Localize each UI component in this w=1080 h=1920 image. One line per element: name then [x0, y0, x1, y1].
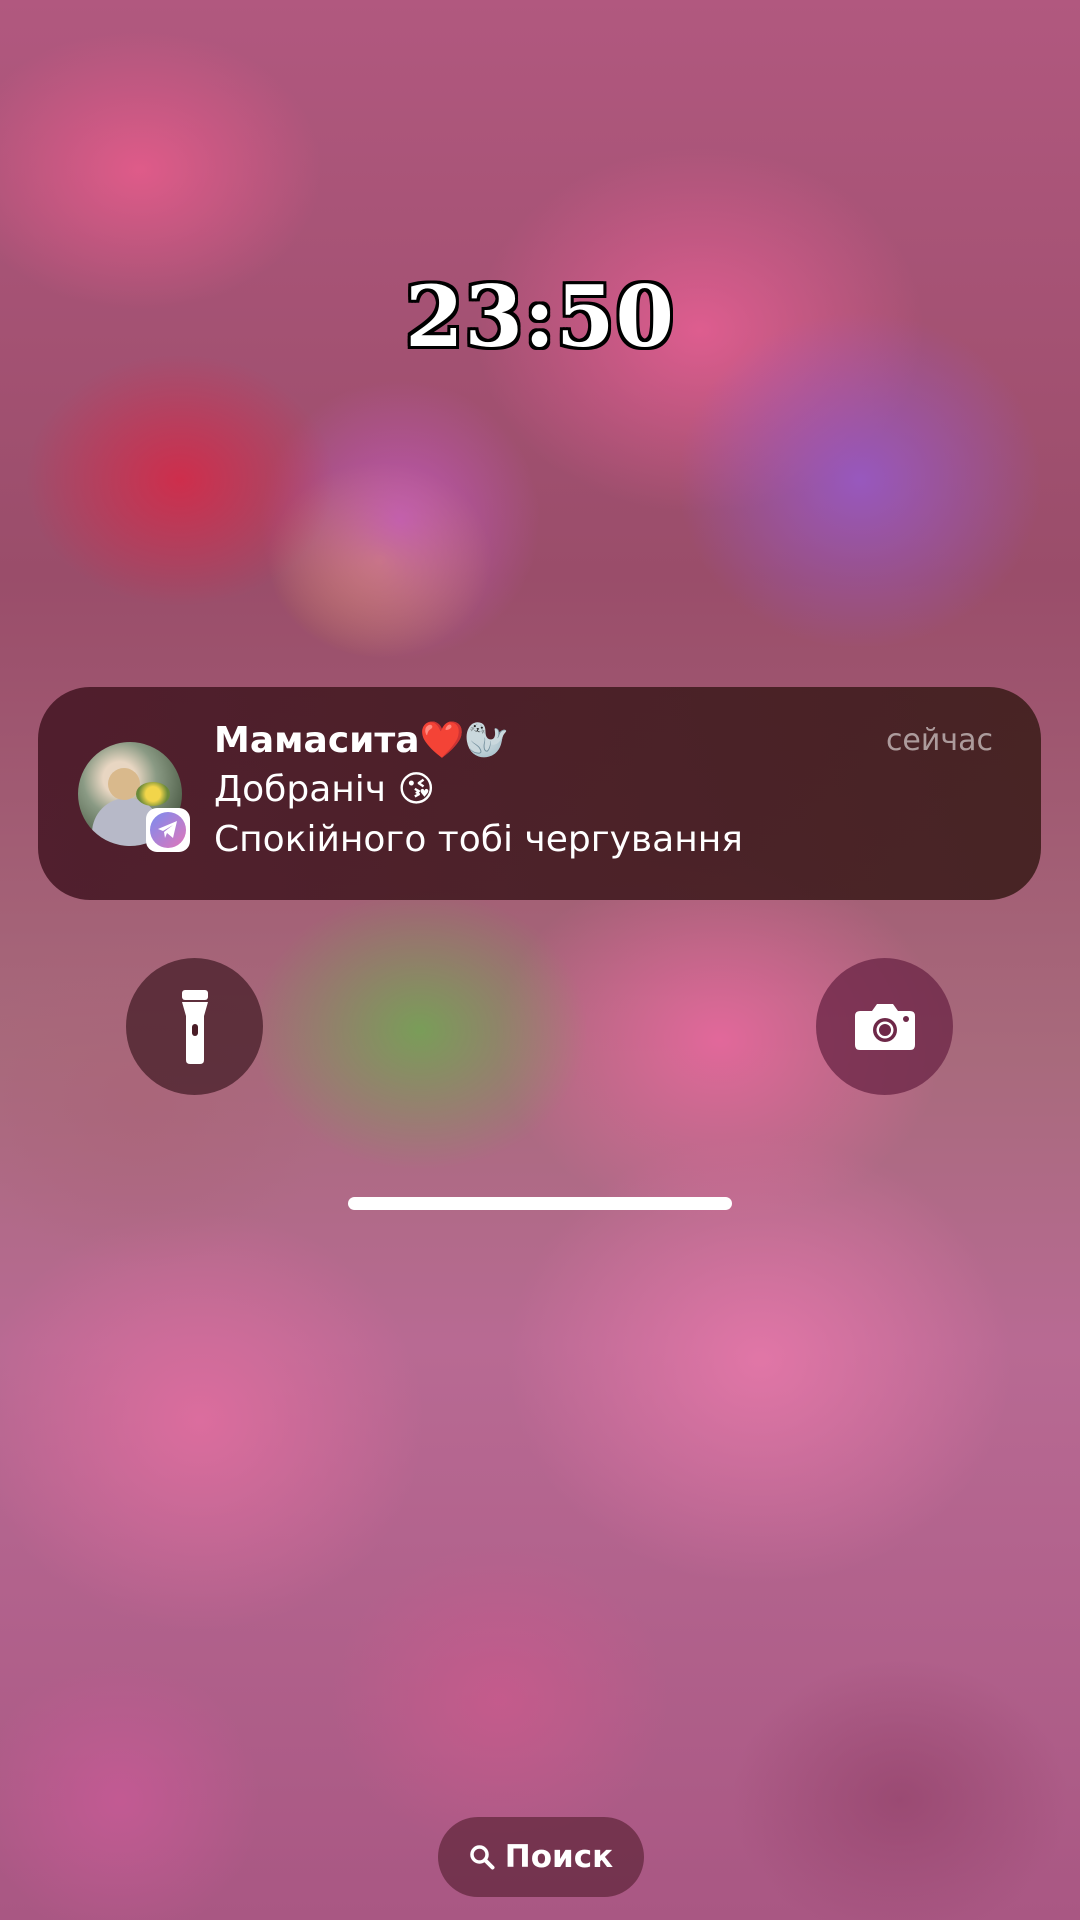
telegram-app-badge [146, 808, 190, 852]
notification-timestamp: сейчас [885, 723, 993, 758]
lock-screen: 23:50 Мамасита❤️🦭 сейчас Добраніч 😘 Спок… [0, 0, 1080, 1920]
notification-message-line: Спокійного тобі чергування [214, 819, 743, 860]
notification-message-line: Добраніч 😘 [214, 769, 436, 810]
home-indicator[interactable] [348, 1197, 732, 1210]
search-label: Поиск [504, 1839, 614, 1875]
search-button[interactable]: Поиск [438, 1817, 644, 1897]
lock-screen-clock: 23:50 [405, 267, 675, 366]
message-notification[interactable]: Мамасита❤️🦭 сейчас Добраніч 😘 Спокійного… [38, 687, 1041, 900]
telegram-icon [150, 812, 186, 848]
camera-icon [854, 1003, 915, 1050]
flashlight-button[interactable] [126, 958, 263, 1095]
notification-sender: Мамасита❤️🦭 [214, 720, 510, 761]
search-icon [470, 1845, 495, 1870]
flashlight-icon [181, 989, 208, 1064]
camera-button[interactable] [816, 958, 953, 1095]
